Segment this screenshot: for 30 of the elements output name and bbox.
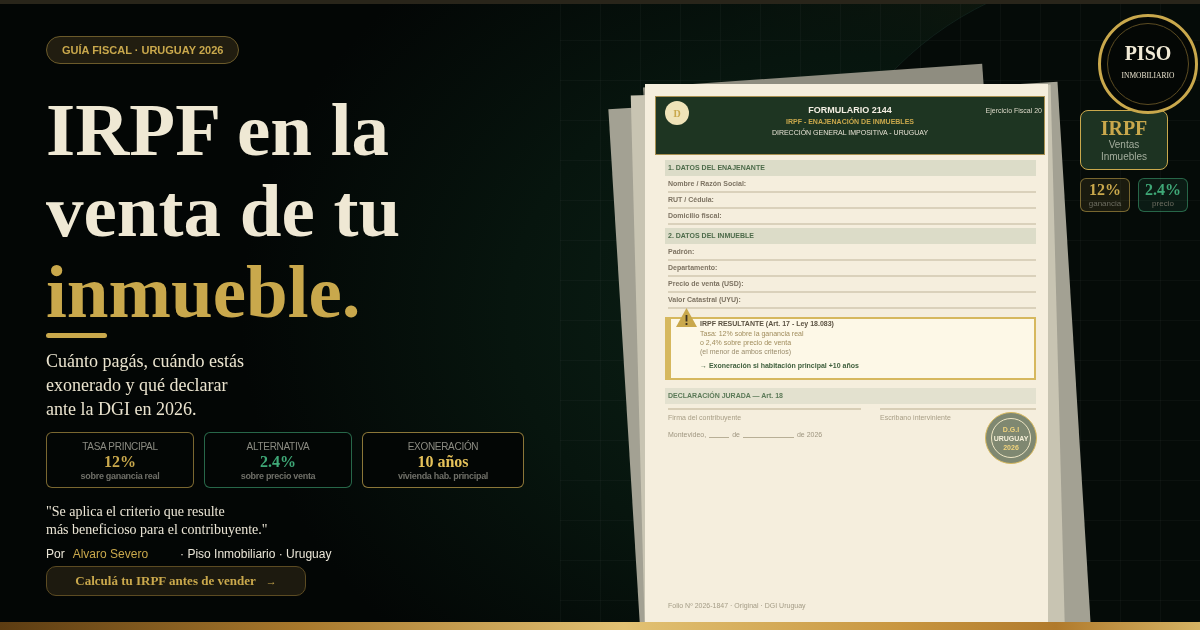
author-link[interactable]: Alvaro Severo xyxy=(72,546,149,562)
warning-icon xyxy=(676,308,697,327)
form-title: FORMULARIO 2144 xyxy=(808,105,892,115)
byline-prefix: Por xyxy=(46,546,65,562)
fill-in-line xyxy=(742,437,794,438)
stat-label: EXONERACIÓN xyxy=(407,441,479,453)
quote-text: "Se aplica el criterio que resulte más beneficioso para el contribuyente." xyxy=(46,503,268,539)
intro-text: Cuánto pagás, cuándo estás exonerado y qué declarar ante la DGI en 2026. xyxy=(46,350,244,421)
mini-stat-value: 12% xyxy=(1089,181,1121,199)
stat-note: sobre ganancia real xyxy=(80,471,160,482)
stat-note: sobre precio venta xyxy=(240,471,316,482)
accent-bar xyxy=(46,333,107,338)
cta-button[interactable]: Calculá tu IRPF antes de vender → xyxy=(46,566,306,596)
fill-in-line xyxy=(709,437,730,438)
logo-badge: D xyxy=(665,101,689,125)
brand-name: PISO xyxy=(1124,42,1172,64)
mini-stat-label: ganancia xyxy=(1088,199,1122,209)
mini-stat-value: 2.4% xyxy=(1145,181,1181,199)
stat-note: vivienda hab. principal xyxy=(397,471,489,482)
byline-text: · Piso Inmobiliario · Uruguay xyxy=(180,546,332,562)
stat-value: 2.4% xyxy=(260,453,296,471)
side-card-text: Ventas Inmuebles xyxy=(1100,139,1148,163)
category-badge: GUÍA FISCAL · URUGUAY 2026 xyxy=(46,36,240,64)
mini-stat-label: precio xyxy=(1152,199,1174,209)
side-card-title: IRPF xyxy=(1100,117,1148,139)
stat-label: ALTERNATIVA xyxy=(246,441,310,453)
stat-value: 12% xyxy=(104,453,136,471)
stat-value: 10 años xyxy=(417,453,469,471)
headline: IRPF en la venta de tu inmueble. xyxy=(46,89,401,332)
stat-label: TASA PRINCIPAL xyxy=(82,441,158,453)
